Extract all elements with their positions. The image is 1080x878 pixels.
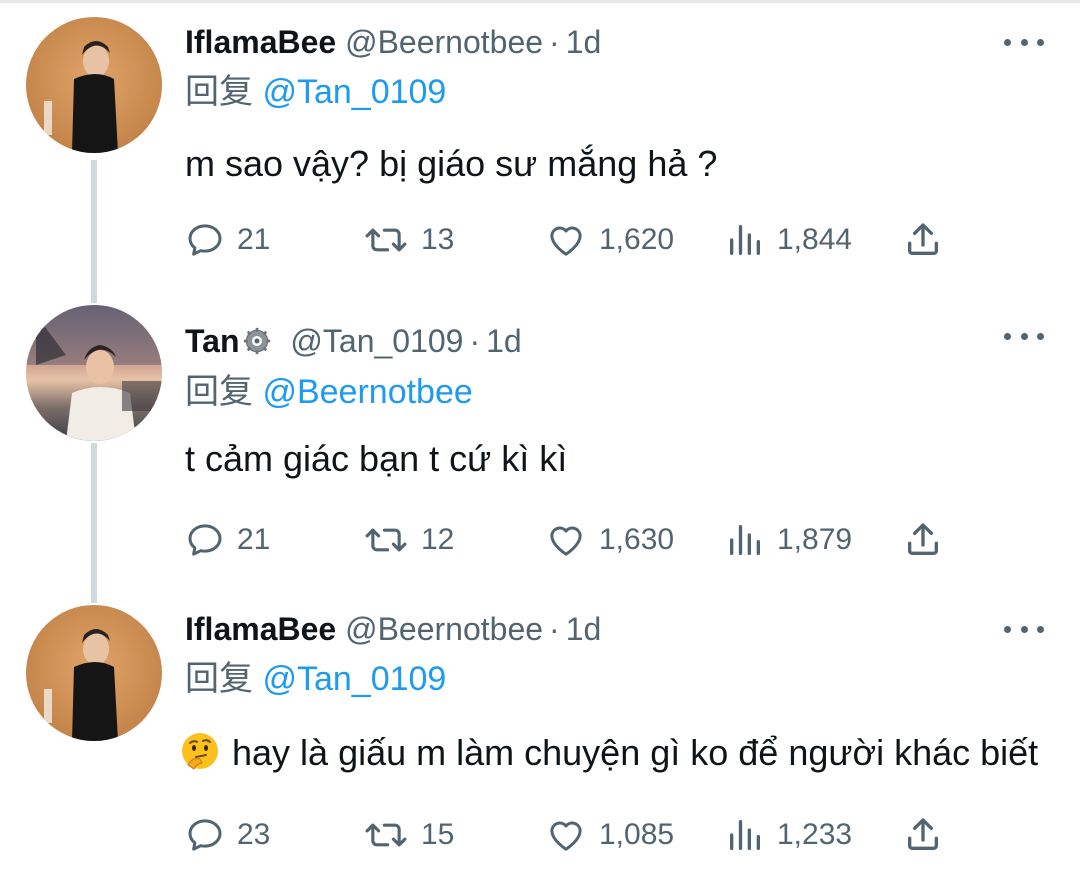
reply-count: 23	[237, 818, 271, 851]
separator-dot: ·	[549, 611, 560, 647]
avatar-image	[44, 629, 118, 741]
replying-to: 回复 @Tan_0109	[185, 658, 446, 700]
reply-count: 21	[237, 223, 271, 256]
tweet-actions: 21 12 1,630 1,879	[185, 518, 965, 562]
like-count: 1,630	[599, 523, 675, 556]
share-icon	[908, 818, 938, 850]
like-count: 1,085	[599, 818, 675, 851]
replying-to: 回复 @Beernotbee	[185, 371, 473, 413]
views-count: 1,879	[777, 523, 853, 556]
display-name[interactable]: IflamaBee	[185, 24, 336, 60]
user-handle[interactable]: @Beernotbee	[345, 24, 543, 60]
reply-button[interactable]: 23	[185, 813, 270, 857]
avatar-image	[44, 41, 118, 153]
retweet-count: 13	[421, 223, 455, 256]
views-icon	[730, 225, 760, 255]
reply-icon	[188, 524, 222, 556]
thread-connector-line	[91, 160, 97, 303]
replying-prefix: 回复	[185, 73, 253, 111]
like-button[interactable]: 1,620	[545, 218, 674, 262]
more-icon[interactable]	[1004, 32, 1044, 52]
timestamp[interactable]: 1d	[566, 24, 602, 60]
display-name[interactable]: Tan	[185, 323, 240, 359]
retweet-icon	[365, 228, 407, 252]
avatar[interactable]	[26, 17, 162, 153]
retweet-count: 15	[421, 818, 455, 851]
views-icon	[730, 820, 760, 850]
tweet-text: m sao vậy? bị giáo sư mắng hả ?	[185, 143, 718, 184]
views-count: 1,844	[777, 223, 853, 256]
share-icon	[908, 523, 938, 555]
retweet-count: 12	[421, 523, 455, 556]
replying-prefix: 回复	[185, 660, 253, 698]
more-icon[interactable]	[1004, 619, 1044, 639]
replying-prefix: 回复	[185, 373, 253, 411]
reply-button[interactable]: 21	[185, 518, 270, 562]
heart-icon	[550, 226, 582, 256]
timestamp[interactable]: 1d	[566, 611, 602, 647]
user-handle[interactable]: @Beernotbee	[345, 611, 543, 647]
retweet-button[interactable]: 13	[363, 218, 454, 262]
mention-link[interactable]: @Tan_0109	[262, 660, 446, 698]
views-icon	[730, 525, 760, 555]
avatar-image	[26, 305, 162, 441]
share-button[interactable]	[903, 813, 943, 857]
views-button[interactable]: 1,844	[725, 218, 852, 262]
gear-badge-icon	[243, 327, 270, 355]
timestamp[interactable]: 1d	[486, 323, 522, 359]
thinking-face-emoji	[182, 733, 218, 770]
views-count: 1,233	[777, 818, 853, 851]
reply-icon	[188, 224, 222, 256]
retweet-button[interactable]: 12	[363, 518, 454, 562]
tweet-actions: 21 13 1,620 1,844	[185, 218, 965, 262]
avatar[interactable]	[26, 305, 162, 441]
mention-link[interactable]: @Tan_0109	[262, 73, 446, 111]
views-button[interactable]: 1,879	[725, 518, 852, 562]
more-icon[interactable]	[1004, 326, 1044, 346]
heart-icon	[550, 526, 582, 556]
reply-icon	[188, 819, 222, 851]
like-button[interactable]: 1,630	[545, 518, 674, 562]
retweet-icon	[365, 823, 407, 847]
separator-dot: ·	[549, 24, 560, 60]
tweet-text-row: hay là giấu m làm chuyện gì ko để người …	[180, 731, 1038, 775]
tweet-actions: 23 15 1,085 1,233	[185, 813, 965, 857]
views-button[interactable]: 1,233	[725, 813, 852, 857]
share-icon	[908, 223, 938, 255]
mention-link[interactable]: @Beernotbee	[262, 373, 472, 411]
tweet-text: t cảm giác bạn t cứ kì kì	[185, 438, 568, 479]
user-handle[interactable]: @Tan_0109	[290, 323, 463, 359]
tweet-header: Tan @Tan_0109 · 1d	[185, 321, 522, 361]
like-count: 1,620	[599, 223, 675, 256]
reply-button[interactable]: 21	[185, 218, 270, 262]
tweet-thread: IflamaBee @Beernotbee · 1d 回复 @Tan_0109 m …	[0, 0, 1080, 878]
separator-dot: ·	[469, 323, 481, 359]
tweet-header: IflamaBee @Beernotbee · 1d	[185, 609, 601, 649]
tweet-header: IflamaBee @Beernotbee · 1d	[185, 22, 601, 62]
avatar[interactable]	[26, 605, 162, 741]
retweet-button[interactable]: 15	[363, 813, 454, 857]
heart-icon	[550, 821, 582, 851]
reply-count: 21	[237, 523, 271, 556]
share-button[interactable]	[903, 218, 943, 262]
retweet-icon	[365, 528, 407, 552]
replying-to: 回复 @Tan_0109	[185, 71, 446, 113]
thread-connector-line	[91, 443, 97, 603]
display-name[interactable]: IflamaBee	[185, 611, 336, 647]
like-button[interactable]: 1,085	[545, 813, 674, 857]
tweet-text: hay là giấu m làm chuyện gì ko để người …	[232, 732, 1039, 773]
share-button[interactable]	[903, 518, 943, 562]
